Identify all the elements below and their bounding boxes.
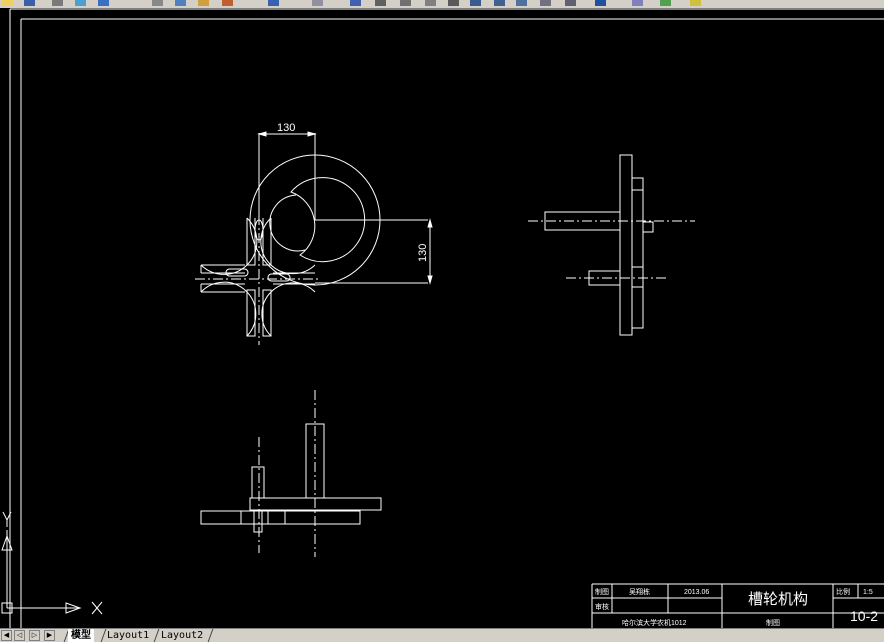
first-layout-button[interactable]: ◀ [1, 630, 12, 641]
ucs-icon [1, 511, 103, 615]
markup-icon[interactable] [540, 0, 551, 6]
tab-layout2[interactable]: Layout2 [158, 629, 206, 642]
pan-icon[interactable] [350, 0, 361, 6]
quickcalc-icon[interactable] [565, 0, 576, 6]
help-icon[interactable] [595, 0, 606, 6]
match-properties-icon[interactable] [222, 0, 233, 6]
layer-state-icon[interactable] [660, 0, 671, 6]
side-view [528, 154, 695, 336]
tab-separator [207, 629, 214, 642]
bottom-label: 制图 [766, 618, 780, 627]
title-row1-label: 制图 [595, 587, 609, 596]
drawing-canvas[interactable]: 130 130 制图 吴翔栋 2013.06 审核 槽轮机构 比例 1:5 10… [0, 8, 884, 628]
dimension-vertical: 130 [417, 244, 429, 262]
tab-layout1[interactable]: Layout1 [104, 629, 152, 642]
zoom-window-icon[interactable] [400, 0, 411, 6]
scale-label: 比例 [836, 587, 850, 596]
tab-model[interactable]: 模型 [68, 629, 94, 642]
properties-icon[interactable] [448, 0, 459, 6]
title-row1-date: 2013.06 [684, 589, 709, 596]
zoom-previous-icon[interactable] [425, 0, 436, 6]
zoom-realtime-icon[interactable] [375, 0, 386, 6]
title-row1-name: 吴翔栋 [629, 587, 650, 596]
layer-icon[interactable] [632, 0, 643, 6]
top-view [200, 390, 382, 557]
previous-layout-button[interactable]: ◁ [14, 630, 25, 641]
paper-border [9, 8, 884, 628]
title-row2-label: 审核 [595, 602, 609, 611]
cut-icon[interactable] [152, 0, 163, 6]
undo-icon[interactable] [268, 0, 279, 6]
design-center-icon[interactable] [470, 0, 481, 6]
front-view [195, 131, 433, 345]
next-layout-button[interactable]: ▷ [29, 630, 40, 641]
print-icon[interactable] [52, 0, 63, 6]
drawing-number: 10-2 [850, 608, 878, 624]
redo-icon[interactable] [312, 0, 323, 6]
last-layout-button[interactable]: ▶ [44, 630, 55, 641]
scale-value: 1:5 [863, 589, 873, 596]
save-icon[interactable] [24, 0, 35, 6]
layout-tab-bar: ◀ ◁ ▷ ▶ 模型 Layout1 Layout2 [0, 628, 884, 642]
tool-palettes-icon[interactable] [494, 0, 505, 6]
publish-icon[interactable] [98, 0, 109, 6]
preview-icon[interactable] [75, 0, 86, 6]
sheet-set-icon[interactable] [516, 0, 527, 6]
school-name: 哈尔滨大学农机1012 [622, 618, 687, 627]
drawing-title: 槽轮机构 [748, 591, 808, 608]
copy-icon[interactable] [175, 0, 186, 6]
layer-previous-icon[interactable] [690, 0, 701, 6]
new-file-icon[interactable] [2, 0, 13, 6]
paste-icon[interactable] [198, 0, 209, 6]
dimension-horizontal: 130 [277, 122, 295, 134]
